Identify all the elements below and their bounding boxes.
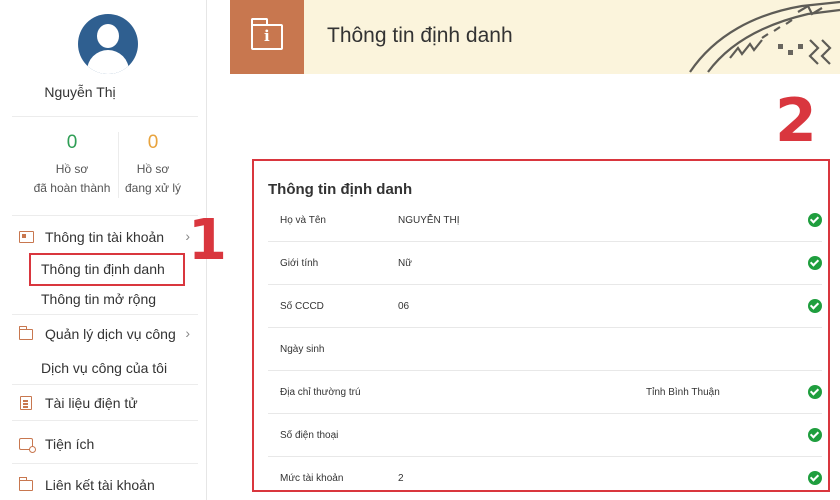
sidebar-item-label: Tiện ích: [45, 436, 95, 452]
sidebar-item-label: Quản lý dịch vụ công: [45, 326, 176, 342]
sidebar-item-linked-accounts[interactable]: Liên kết tài khoản: [18, 472, 198, 498]
field-label: Số CCCD: [280, 301, 324, 312]
divider: [12, 384, 198, 385]
panel-title: Thông tin định danh: [268, 181, 413, 198]
utilities-icon: [18, 437, 36, 453]
sidebar-item-account-info[interactable]: Thông tin tài khoản ›: [18, 224, 198, 250]
decorative-pattern-icon: [689, 0, 840, 73]
stat-processing: 0 Hồ sơ đang xử lý: [108, 132, 198, 198]
stat-completed: 0 Hồ sơ đã hoàn thành: [27, 132, 117, 198]
user-name: Nguyễn Thị: [44, 84, 116, 100]
stat-processing-label: Hồ sơ đang xử lý: [124, 162, 182, 195]
info-folder-icon: i: [250, 18, 283, 50]
header-banner: [230, 0, 840, 74]
annotation-number-1: 1: [188, 208, 227, 273]
divider: [12, 420, 198, 421]
field-label: Họ và Tên: [280, 215, 326, 226]
sidebar-item-label: Thông tin tài khoản: [45, 229, 165, 245]
identity-panel: Thông tin định danh Họ và Tên NGUYỄN THỊ…: [252, 159, 830, 492]
field-label: Giới tính: [280, 258, 319, 269]
page-title: Thông tin định danh: [327, 24, 513, 47]
link-folder-icon: [18, 476, 34, 492]
verified-check-icon: [808, 385, 822, 399]
field-label: Số điện thoại: [280, 430, 339, 441]
field-value: NGUYỄN THỊ: [398, 215, 460, 226]
divider: [12, 463, 198, 464]
sidebar-item-e-documents[interactable]: Tài liệu điện tử: [18, 390, 198, 416]
verified-check-icon: [808, 299, 822, 313]
sidebar-subitem-extended-info[interactable]: Thông tin mở rộng: [41, 288, 156, 310]
field-label: Mức tài khoản: [280, 473, 344, 484]
verified-check-icon: [808, 213, 822, 227]
field-value: Nữ: [398, 258, 412, 269]
table-row: Ngày sinh: [268, 328, 822, 371]
sidebar-item-manage-services[interactable]: Quản lý dịch vụ công ›: [18, 321, 198, 347]
stat-completed-count: 0: [66, 132, 78, 153]
field-label: Địa chỉ thường trú: [280, 387, 361, 398]
folder-icon: [18, 325, 34, 341]
id-card-icon: [18, 230, 34, 244]
table-row: Số điện thoại: [268, 414, 822, 457]
table-row: Địa chỉ thường trú Tỉnh Bình Thuận: [268, 371, 822, 414]
field-label: Ngày sinh: [280, 344, 325, 355]
divider: [12, 215, 198, 216]
verified-check-icon: [808, 256, 822, 270]
stat-completed-label: Hồ sơ đã hoàn thành: [33, 162, 111, 195]
divider: [12, 314, 198, 315]
verified-check-icon: [808, 471, 822, 485]
chevron-right-icon: ›: [185, 325, 190, 341]
table-row: Mức tài khoản 2: [268, 457, 822, 490]
sidebar-subitem-my-services[interactable]: Dịch vụ công của tôi: [41, 357, 167, 379]
table-row: Giới tính Nữ: [268, 242, 822, 285]
sidebar-item-utilities[interactable]: Tiện ích: [18, 431, 198, 457]
divider: [12, 116, 198, 117]
sidebar: Nguyễn Thị 0 Hồ sơ đã hoàn thành 0 Hồ sơ đ…: [0, 0, 227, 500]
table-row: Họ và Tên NGUYỄN THỊ: [268, 199, 822, 242]
verified-check-icon: [808, 428, 822, 442]
table-row: Số CCCD 06: [268, 285, 822, 328]
avatar[interactable]: [78, 14, 138, 74]
annotation-number-2: 2: [775, 86, 817, 156]
highlight-box-1: [29, 253, 185, 286]
field-value: 2: [398, 473, 404, 484]
field-value: 06: [398, 301, 410, 312]
header-folder-box: i: [230, 0, 304, 74]
sidebar-item-label: Liên kết tài khoản: [45, 477, 155, 493]
stat-processing-count: 0: [147, 132, 159, 153]
field-value: Tỉnh Bình Thuận: [646, 387, 720, 398]
sidebar-item-label: Tài liệu điện tử: [45, 395, 138, 411]
document-icon: [18, 396, 34, 410]
